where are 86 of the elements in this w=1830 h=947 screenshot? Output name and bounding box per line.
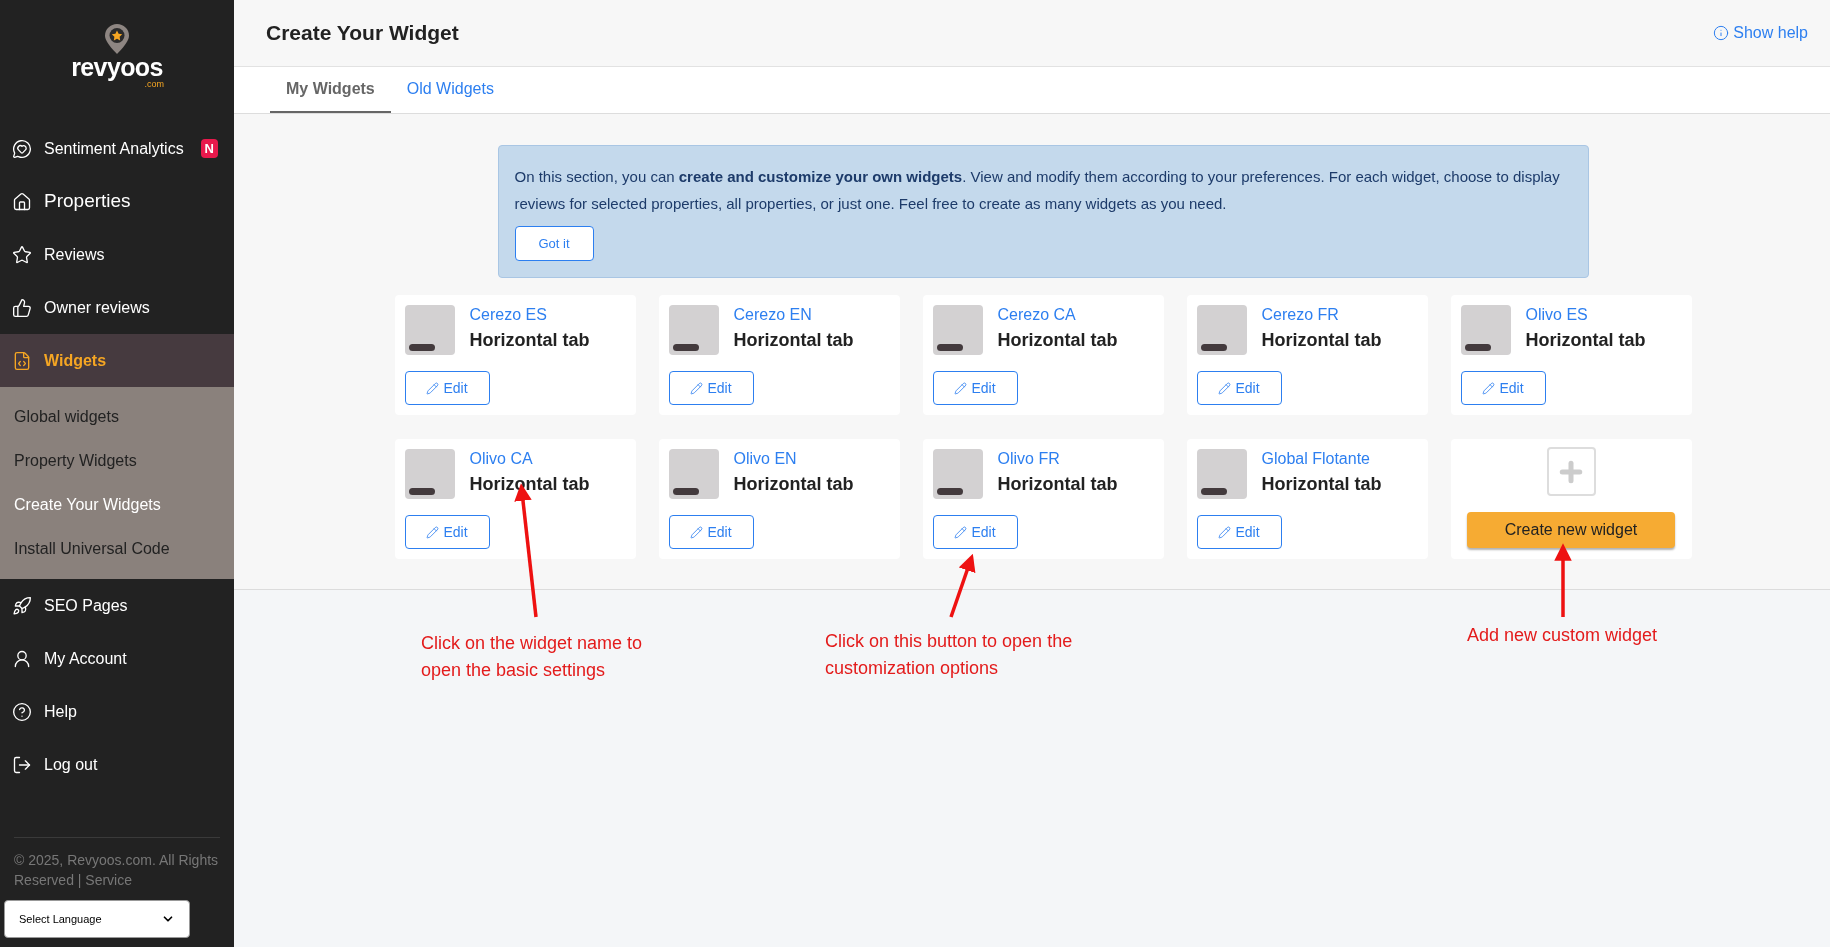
nav-item[interactable]: SEO Pages <box>0 579 234 632</box>
edit-button[interactable]: Edit <box>404 371 490 405</box>
widget-type: Horizontal tab <box>1525 329 1646 352</box>
language-select[interactable]: Select Language <box>4 900 190 938</box>
nav-item[interactable]: Help <box>0 685 234 738</box>
widget-thumbnail <box>1196 305 1247 355</box>
logout-icon <box>12 754 32 775</box>
nav-item[interactable]: My Account <box>0 632 234 685</box>
widget-thumbnail <box>1196 449 1247 499</box>
annotation-text: Add new custom widget <box>1467 624 1659 647</box>
edit-button[interactable]: Edit <box>932 371 1018 405</box>
widget-name-link[interactable]: Cerezo ES <box>469 305 590 325</box>
edit-button[interactable]: Edit <box>668 371 754 405</box>
info-icon <box>1713 25 1730 41</box>
info-text: On this section, you can create and customize your own widgets. View and modify them according to your preferences. For each widget, choose to display reviews for selected properties, all properties, or just one. Feel free to create as many widgets as you need. <box>514 167 1561 214</box>
logo-text: revyoos <box>71 55 163 80</box>
widget-name-link[interactable]: Olivo EN <box>733 449 854 469</box>
chat-bubble-icon <box>12 138 32 159</box>
nav-item[interactable]: Widgets <box>0 334 234 387</box>
rocket-icon <box>12 595 32 616</box>
widget-thumbnail <box>932 305 983 355</box>
pencil-icon <box>690 381 704 395</box>
new-badge: N <box>200 138 218 159</box>
house-icon <box>12 191 32 212</box>
pencil-icon <box>690 525 704 539</box>
pencil-icon <box>426 525 440 539</box>
widget-type: Horizontal tab <box>733 329 854 352</box>
submenu-item[interactable]: Property Widgets <box>0 439 234 483</box>
widget-name-link[interactable]: Cerezo EN <box>733 305 854 325</box>
widget-name-link[interactable]: Olivo FR <box>997 449 1118 469</box>
widget-name-link[interactable]: Olivo ES <box>1525 305 1646 325</box>
annotation-text: Click on this button to open the customization options <box>825 630 1074 680</box>
create-widget-button[interactable]: Create new widget <box>1467 512 1675 548</box>
edit-button[interactable]: Edit <box>1196 371 1282 405</box>
widget-type: Horizontal tab <box>997 473 1118 496</box>
pencil-icon <box>1218 525 1232 539</box>
copyright-text: © 2025, Revyoos.com. All Rights Reserved | Service <box>14 851 220 890</box>
widget-thumbnail <box>404 305 455 355</box>
widget-type: Horizontal tab <box>469 329 590 352</box>
widget-name-link[interactable]: Cerezo FR <box>1261 305 1382 325</box>
nav-item[interactable]: Sentiment Analytics N <box>0 122 234 175</box>
logo[interactable]: revyoos .com <box>0 0 234 120</box>
widget-type: Horizontal tab <box>469 473 590 496</box>
widget-name-link[interactable]: Global Flotante <box>1261 449 1382 469</box>
pencil-icon <box>954 381 968 395</box>
widget-name-link[interactable]: Olivo CA <box>469 449 590 469</box>
show-help-link[interactable]: Show help <box>1713 21 1808 45</box>
widget-thumbnail <box>668 449 719 499</box>
pencil-icon <box>1218 381 1232 395</box>
annotation-arrow <box>949 553 976 618</box>
edit-button[interactable]: Edit <box>1460 371 1546 405</box>
edit-button[interactable]: Edit <box>1196 515 1282 549</box>
help-icon <box>12 701 32 722</box>
code-file-icon <box>12 350 32 371</box>
edit-button[interactable]: Edit <box>668 515 754 549</box>
nav-item[interactable]: Owner reviews <box>0 281 234 334</box>
plus-box-icon <box>1546 447 1596 496</box>
pencil-icon <box>954 525 968 539</box>
submenu-item[interactable]: Global widgets <box>0 395 234 439</box>
widget-type: Horizontal tab <box>1261 329 1382 352</box>
widget-thumbnail <box>1460 305 1511 355</box>
got-it-button[interactable]: Got it <box>514 226 594 261</box>
annotation-text: Click on the widget name to open the basic settings <box>421 632 644 682</box>
pencil-icon <box>426 381 440 395</box>
star-icon <box>12 244 32 265</box>
widget-thumbnail <box>668 305 719 355</box>
nav-item[interactable]: Reviews <box>0 228 234 281</box>
widget-type: Horizontal tab <box>997 329 1118 352</box>
submenu-item[interactable]: Install Universal Code <box>0 527 234 571</box>
nav-item[interactable]: Log out <box>0 738 234 791</box>
user-icon <box>12 648 32 669</box>
thumbs-up-icon <box>12 297 32 318</box>
map-pin-icon <box>104 23 130 55</box>
submenu-item[interactable]: Create Your Widgets <box>0 483 234 527</box>
nav-item[interactable]: Properties <box>0 175 234 228</box>
pencil-icon <box>1482 381 1496 395</box>
widget-thumbnail <box>932 449 983 499</box>
edit-button[interactable]: Edit <box>404 515 490 549</box>
widget-type: Horizontal tab <box>1261 473 1382 496</box>
widget-type: Horizontal tab <box>733 473 854 496</box>
widget-thumbnail <box>404 449 455 499</box>
widget-name-link[interactable]: Cerezo CA <box>997 305 1118 325</box>
edit-button[interactable]: Edit <box>932 515 1018 549</box>
tab[interactable]: Old Widgets <box>390 66 510 113</box>
logo-suffix: .com <box>144 80 164 89</box>
page-title: Create Your Widget <box>266 20 459 47</box>
